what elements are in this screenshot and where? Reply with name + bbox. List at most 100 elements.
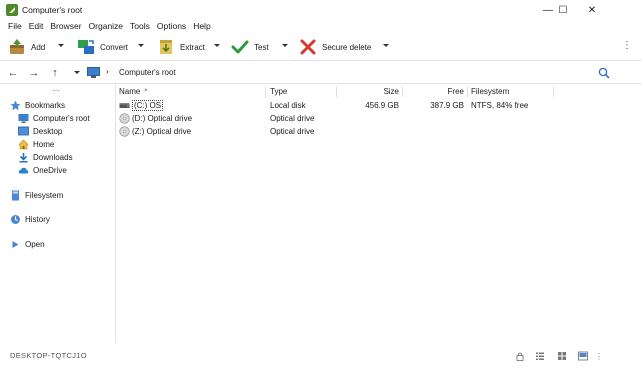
sidebar-history[interactable]: History (10, 213, 50, 225)
sidebar-item-computers-root[interactable]: Computer's root (18, 112, 90, 124)
address-bar: ← → ↑ › Computer's root (0, 62, 642, 84)
sidebar-item-downloads[interactable]: Downloads (18, 151, 73, 163)
row-free: 387.9 GB (430, 100, 464, 110)
row-name: (C:) OS (132, 99, 164, 111)
menu-tools[interactable]: Tools (128, 21, 155, 31)
breadcrumb-chevron-icon[interactable]: › (106, 67, 109, 76)
optical-disc-icon (119, 112, 130, 124)
optical-disc-icon (119, 125, 130, 137)
extract-label: Extract (180, 42, 205, 52)
sidebar-item-onedrive[interactable]: OneDrive (18, 164, 67, 176)
status-more-icon[interactable]: ⋮ (594, 351, 604, 361)
row-name: (D:) Optical drive (132, 113, 193, 123)
table-row[interactable]: (C:) OS Local disk 456.9 GB 387.9 GB NTF… (117, 99, 557, 111)
sidebar-item-label: Downloads (33, 152, 73, 162)
file-list: Name ^ Type Size Free Filesystem (C:) OS… (117, 85, 642, 343)
menu-help[interactable]: Help (191, 21, 215, 31)
secure-delete-button[interactable]: Secure delete (299, 35, 371, 59)
up-button[interactable]: ↑ (47, 66, 63, 80)
hard-drive-icon (119, 102, 130, 108)
delete-x-icon (299, 38, 317, 56)
menu-options[interactable]: Options (155, 21, 191, 31)
computer-name: DESKTOP-TQTCJ1O (10, 351, 87, 360)
add-dropdown-icon[interactable] (58, 44, 64, 47)
close-button[interactable]: ✕ (577, 0, 607, 20)
test-button[interactable]: Test (231, 35, 269, 59)
sidebar-item-label: Computer's root (33, 113, 90, 123)
extract-dropdown-icon[interactable] (214, 44, 220, 47)
sidebar-bookmarks[interactable]: Bookmarks (10, 99, 65, 111)
column-header-name[interactable]: Name ^ (119, 85, 147, 98)
row-free (403, 112, 464, 124)
details-view-icon[interactable] (535, 351, 545, 361)
status-bar: DESKTOP-TQTCJ1O ⋮ (0, 348, 642, 364)
row-type: Optical drive (270, 113, 315, 123)
column-divider[interactable] (467, 86, 468, 97)
search-icon[interactable] (598, 67, 610, 79)
extract-icon (157, 38, 175, 56)
add-label: Add (31, 42, 46, 52)
add-button[interactable]: Add (8, 35, 45, 59)
history-dropdown-icon[interactable] (74, 71, 80, 74)
download-arrow-icon (18, 152, 29, 163)
sidebar-more-icon[interactable]: ··· (52, 86, 60, 95)
home-icon (18, 139, 29, 150)
forward-button[interactable]: → (26, 66, 42, 80)
secure-delete-dropdown-icon[interactable] (383, 44, 389, 47)
test-label: Test (254, 42, 269, 52)
extract-button[interactable]: Extract (157, 35, 205, 59)
lock-icon[interactable] (515, 351, 525, 361)
convert-button[interactable]: Convert (77, 35, 128, 59)
cloud-icon (18, 165, 29, 176)
sidebar-bookmarks-label: Bookmarks (25, 100, 66, 110)
window-title: Computer's root (22, 5, 83, 15)
row-type: Local disk (270, 100, 306, 110)
desktop-icon (18, 126, 29, 137)
sort-ascending-icon: ^ (144, 88, 148, 95)
column-name-label: Name (119, 87, 141, 96)
column-divider[interactable] (265, 86, 266, 97)
sidebar-item-label: OneDrive (33, 165, 67, 175)
secure-delete-label: Secure delete (322, 42, 372, 52)
menu-organize[interactable]: Organize (87, 21, 129, 31)
sidebar-item-home[interactable]: Home (18, 138, 54, 150)
menu-edit[interactable]: Edit (27, 21, 49, 31)
column-header-free[interactable]: Free (403, 85, 464, 98)
menu-bar: File Edit Browser Organize Tools Options… (0, 19, 216, 33)
filesystem-icon (10, 190, 21, 201)
maximize-button[interactable]: ☐ (548, 0, 578, 20)
table-row[interactable]: (D:) Optical drive Optical drive (117, 112, 557, 124)
toolbar-more-icon[interactable]: ⋮ (622, 41, 632, 51)
back-button[interactable]: ← (5, 66, 21, 80)
history-clock-icon (10, 214, 21, 225)
app-icon (6, 4, 18, 16)
sidebar-item-label: Home (33, 139, 55, 149)
sidebar: ··· Bookmarks Computer's root Desktop Ho… (0, 85, 116, 343)
test-dropdown-icon[interactable] (282, 44, 288, 47)
column-header-size[interactable]: Size (337, 85, 399, 98)
column-header-type[interactable]: Type (270, 85, 287, 98)
sidebar-item-desktop[interactable]: Desktop (18, 125, 62, 137)
convert-label: Convert (100, 42, 129, 52)
convert-icon (77, 38, 95, 56)
column-divider[interactable] (553, 86, 554, 97)
address-path[interactable]: Computer's root (119, 68, 176, 77)
tiles-view-icon[interactable] (557, 351, 567, 361)
convert-dropdown-icon[interactable] (138, 44, 144, 47)
row-size (337, 125, 399, 137)
sidebar-filesystem[interactable]: Filesystem (10, 189, 63, 201)
preview-pane-icon[interactable] (578, 351, 588, 361)
sidebar-open-label: Open (25, 239, 45, 249)
row-name: (Z:) Optical drive (132, 126, 192, 136)
menu-file[interactable]: File (6, 21, 27, 31)
monitor-icon (87, 67, 100, 78)
checkmark-icon (231, 38, 249, 56)
add-archive-icon (8, 38, 26, 56)
row-type: Optical drive (270, 126, 315, 136)
row-size: 456.9 GB (365, 100, 399, 110)
monitor-icon (18, 113, 29, 124)
column-header-filesystem[interactable]: Filesystem (471, 85, 509, 98)
menu-browser[interactable]: Browser (48, 21, 86, 31)
table-row[interactable]: (Z:) Optical drive Optical drive (117, 125, 557, 137)
sidebar-open[interactable]: Open (10, 238, 45, 250)
